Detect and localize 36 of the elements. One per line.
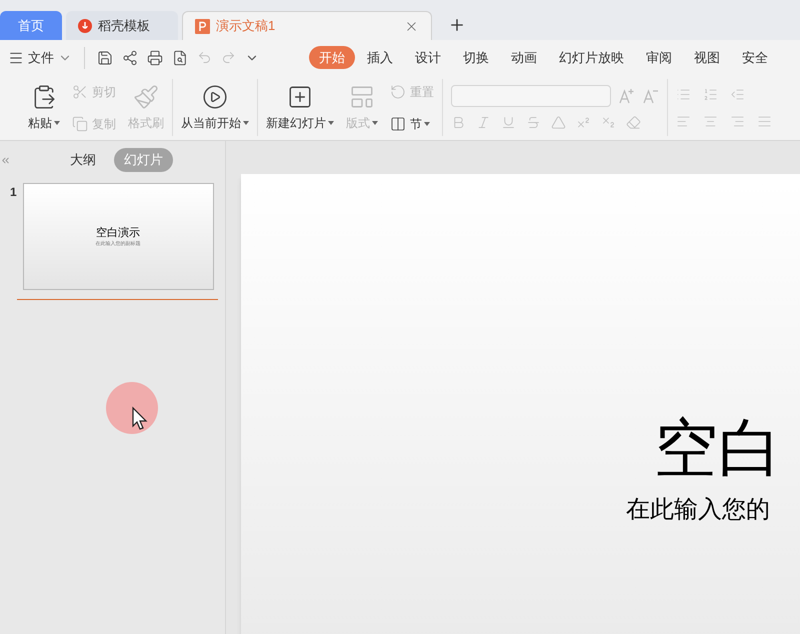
scissors-icon [72, 84, 88, 100]
template-tab[interactable]: 稻壳模板 [66, 11, 178, 40]
ribbon-tab[interactable]: 动画 [511, 48, 537, 68]
file-menu[interactable]: 文件 [8, 48, 80, 68]
save-icon[interactable] [97, 50, 113, 66]
new-tab-icon[interactable] [448, 16, 466, 34]
ribbon-tab[interactable]: 审阅 [646, 48, 672, 68]
ribbon-button[interactable]: 从当前开始 [177, 78, 253, 136]
slide-subtitle: 在此输入您的 [626, 495, 771, 525]
slide-title: 空白 [653, 412, 783, 484]
share-icon[interactable] [122, 50, 138, 66]
brush-icon [133, 84, 159, 110]
ribbon-tab[interactable]: 设计 [415, 48, 441, 68]
preview-icon[interactable] [172, 50, 188, 66]
ribbon-button[interactable]: 粘贴 [24, 78, 64, 136]
thumbnail-title: 空白演示 [96, 226, 140, 240]
ribbon-tab[interactable]: 视图 [694, 48, 720, 68]
ribbon-tab[interactable]: 切换 [463, 48, 489, 68]
new-slide-icon [287, 84, 313, 110]
view-tab[interactable]: 大纲 [60, 148, 106, 172]
slide-canvas[interactable]: 空白 在此输入您的 [241, 174, 800, 634]
ribbon-tab[interactable]: 幻灯片放映 [559, 48, 624, 68]
layout-icon [349, 84, 375, 110]
tab-title: 演示文稿1 [216, 17, 276, 36]
ribbon-button[interactable]: 节 [386, 112, 438, 136]
ribbon-tab[interactable]: 安全 [742, 48, 768, 68]
presentation-logo-icon [195, 18, 210, 34]
ribbon-button[interactable]: 新建幻灯片 [262, 78, 338, 136]
reset-icon [390, 84, 406, 100]
print-icon[interactable] [147, 50, 163, 66]
ribbon-tab[interactable]: 插入 [367, 48, 393, 68]
slide-number: 1 [10, 184, 17, 201]
cursor-icon [105, 381, 159, 435]
copy-icon [72, 116, 88, 132]
play-icon [202, 84, 228, 110]
section-icon [390, 116, 406, 132]
